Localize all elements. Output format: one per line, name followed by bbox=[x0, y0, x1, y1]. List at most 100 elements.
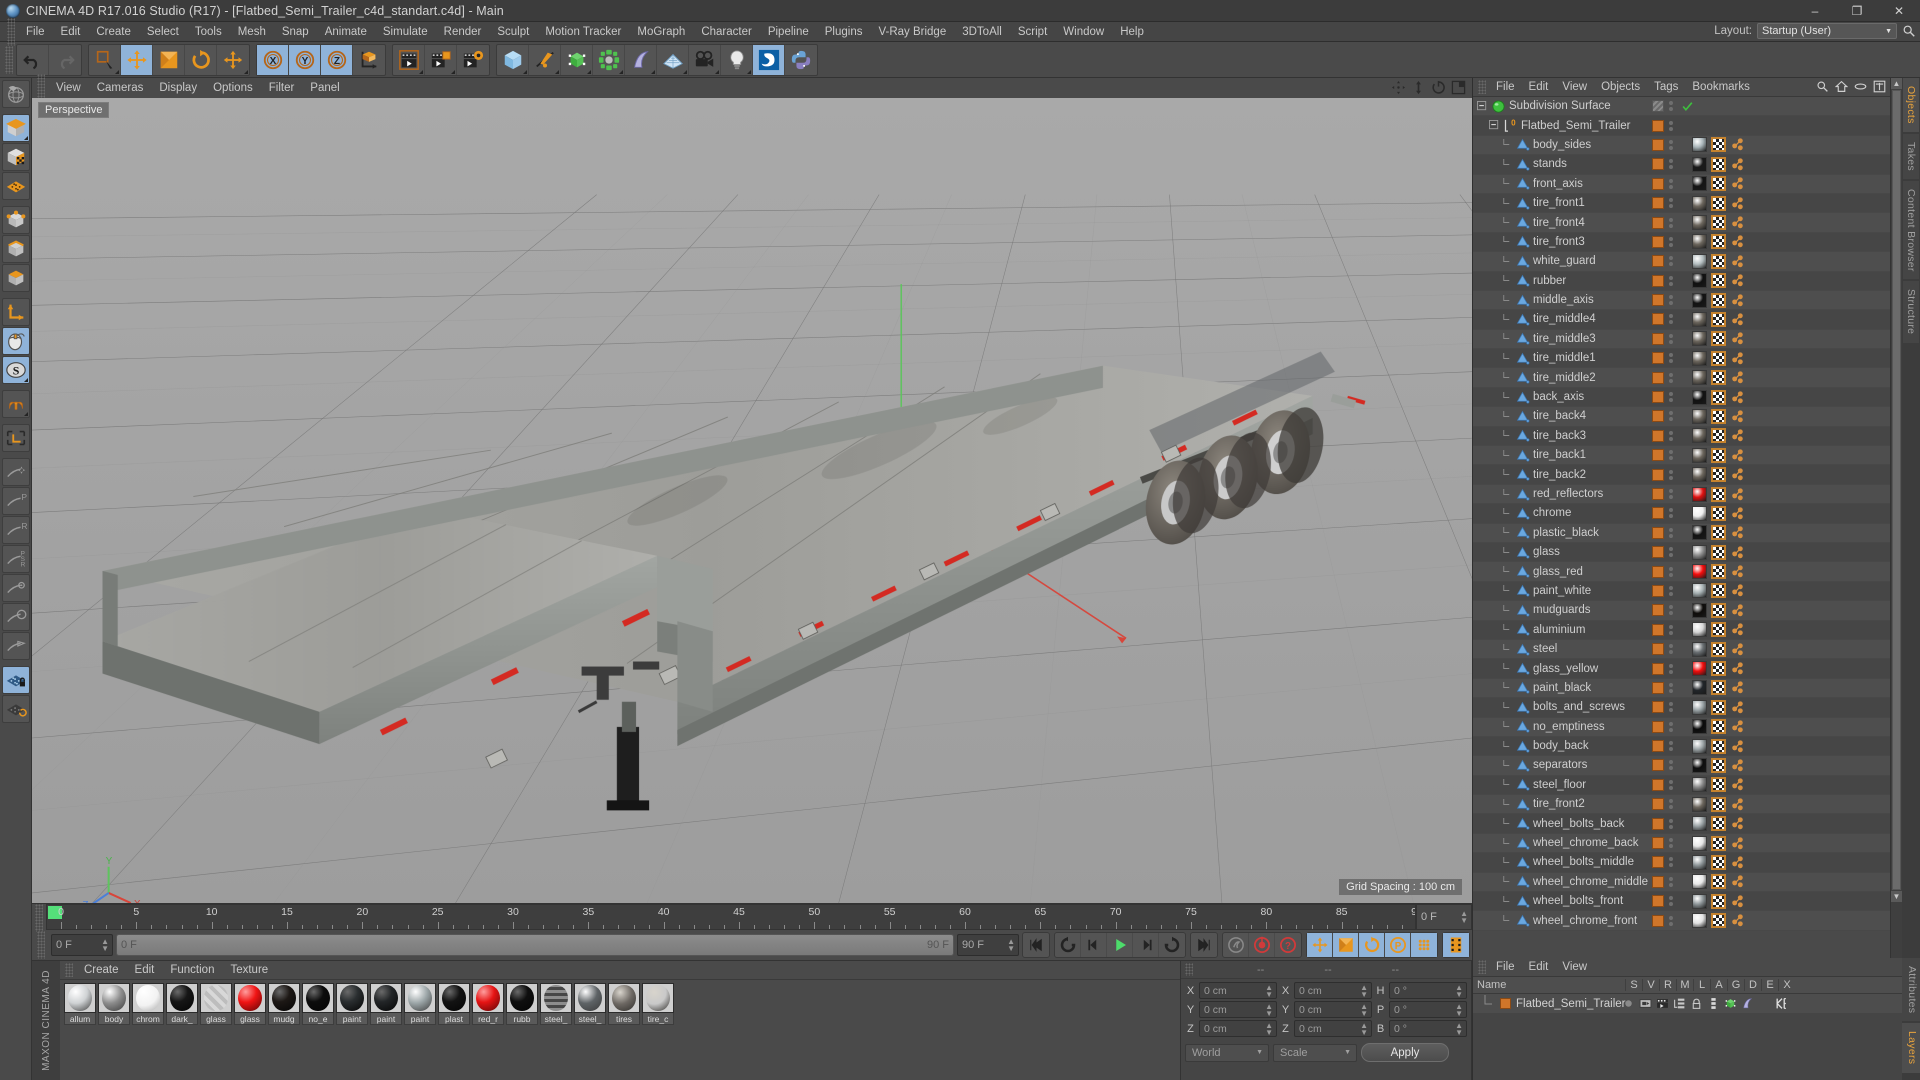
material-preview[interactable] bbox=[268, 983, 300, 1013]
film-strip-button[interactable] bbox=[1443, 933, 1469, 957]
layer-color-swatch[interactable] bbox=[1652, 488, 1664, 500]
layout-dropdown[interactable]: Startup (User) ▼ bbox=[1757, 23, 1897, 39]
edges-mode-button[interactable] bbox=[1, 235, 30, 263]
material-preview[interactable] bbox=[132, 983, 164, 1013]
layer-color-swatch[interactable] bbox=[1652, 332, 1664, 345]
object-dots[interactable] bbox=[1669, 566, 1675, 577]
layer-column-r[interactable]: R bbox=[1659, 979, 1676, 991]
selection-tag-icon[interactable] bbox=[1730, 913, 1745, 928]
position-key-button[interactable] bbox=[1307, 933, 1333, 957]
object-tree-row[interactable]: glass_yellow bbox=[1473, 659, 1890, 679]
object-dots[interactable] bbox=[1669, 101, 1675, 112]
autokey-button[interactable] bbox=[1223, 933, 1249, 957]
selection-tag-icon[interactable] bbox=[1730, 739, 1745, 754]
layer-column-a[interactable]: A bbox=[1710, 979, 1727, 991]
material-tag-icon[interactable] bbox=[1692, 719, 1707, 735]
material-tag-icon[interactable] bbox=[1692, 777, 1707, 793]
object-dots[interactable] bbox=[1669, 799, 1675, 810]
selection-tag-icon[interactable] bbox=[1730, 700, 1745, 715]
uv-tag-icon[interactable] bbox=[1711, 467, 1726, 483]
object-tree-row[interactable]: paint_black bbox=[1473, 678, 1890, 699]
add-layer-icon[interactable] bbox=[1873, 80, 1886, 93]
rotation-b-field[interactable]: 0 ° ▲ ▼ bbox=[1389, 1020, 1467, 1037]
material-swatch[interactable]: tire_c bbox=[642, 983, 674, 1025]
uv-tag-icon[interactable] bbox=[1711, 447, 1726, 463]
object-menu-view[interactable]: View bbox=[1555, 80, 1594, 94]
material-grip[interactable] bbox=[65, 963, 73, 977]
loop-button[interactable] bbox=[1159, 933, 1185, 957]
spinner-icon[interactable]: ▲ ▼ bbox=[1455, 1021, 1463, 1036]
layer-color-swatch[interactable] bbox=[1652, 177, 1664, 190]
object-dots[interactable] bbox=[1669, 469, 1675, 480]
coord-system-dropdown[interactable]: World ▼ bbox=[1185, 1043, 1269, 1062]
material-tag-icon[interactable] bbox=[1692, 602, 1707, 618]
material-tag-icon[interactable] bbox=[1692, 893, 1707, 909]
uv-tag-icon[interactable] bbox=[1711, 505, 1726, 521]
generator-icon[interactable] bbox=[1722, 997, 1739, 1010]
material-preview[interactable] bbox=[506, 983, 538, 1013]
size-x-field[interactable]: 0 cm ▲ ▼ bbox=[1294, 982, 1372, 999]
selection-tag-icon[interactable] bbox=[1730, 196, 1745, 211]
polygons-mode-button[interactable] bbox=[1, 264, 30, 292]
mograph-button[interactable] bbox=[593, 44, 625, 75]
object-dots[interactable] bbox=[1669, 314, 1675, 325]
menu-3dtoall[interactable]: 3DToAll bbox=[954, 24, 1010, 40]
layer-color-swatch[interactable] bbox=[1652, 565, 1664, 578]
tab-structure[interactable]: Structure bbox=[1903, 281, 1919, 343]
object-dots[interactable] bbox=[1669, 915, 1675, 926]
material-tag-icon[interactable] bbox=[1692, 389, 1707, 405]
object-tree-row[interactable]: tire_middle1 bbox=[1473, 349, 1890, 369]
selection-tag-icon[interactable] bbox=[1730, 622, 1745, 637]
rotate-button[interactable] bbox=[185, 44, 217, 75]
menu-simulate[interactable]: Simulate bbox=[375, 24, 436, 40]
material-swatch[interactable]: steel_ bbox=[540, 983, 572, 1025]
object-dots[interactable] bbox=[1669, 527, 1675, 538]
layer-color-swatch[interactable] bbox=[1652, 701, 1664, 714]
object-dots[interactable] bbox=[1669, 489, 1675, 499]
material-tag-icon[interactable] bbox=[1692, 816, 1707, 832]
material-swatch[interactable]: glass bbox=[234, 983, 266, 1025]
scale-key-button[interactable] bbox=[1333, 933, 1359, 957]
object-dots[interactable] bbox=[1669, 876, 1675, 887]
menu-animate[interactable]: Animate bbox=[317, 24, 375, 40]
layer-color-swatch[interactable] bbox=[1500, 998, 1511, 1009]
rotation-key-button[interactable] bbox=[1359, 933, 1385, 957]
expander-icon[interactable] bbox=[1489, 120, 1500, 131]
pla-key-button[interactable] bbox=[1411, 933, 1437, 957]
snap-s-button[interactable]: S bbox=[1, 356, 30, 384]
menu-create[interactable]: Create bbox=[88, 24, 139, 40]
selection-tag-icon[interactable] bbox=[1730, 777, 1745, 792]
selection-tag-icon[interactable] bbox=[1730, 894, 1745, 909]
uv-tag-icon[interactable] bbox=[1711, 796, 1726, 812]
object-tree-row[interactable]: paint_white bbox=[1473, 581, 1890, 602]
object-tree-row[interactable]: front_axis bbox=[1473, 174, 1890, 194]
menu-character[interactable]: Character bbox=[693, 24, 760, 40]
selection-tag-icon[interactable] bbox=[1730, 719, 1745, 734]
object-dots[interactable] bbox=[1669, 450, 1675, 461]
timeline-ruler[interactable]: 051015202530354045505560657075808590 bbox=[46, 904, 1416, 930]
object-dots[interactable] bbox=[1669, 838, 1675, 849]
selection-tag-icon[interactable] bbox=[1730, 855, 1745, 870]
selection-tag-icon[interactable] bbox=[1730, 603, 1745, 618]
spinner-icon[interactable]: ▲ ▼ bbox=[1360, 1002, 1368, 1017]
layer-column-e[interactable]: E bbox=[1761, 979, 1778, 991]
menu-motion-tracker[interactable]: Motion Tracker bbox=[537, 24, 629, 40]
object-tree-row[interactable]: steel bbox=[1473, 639, 1890, 660]
object-dots[interactable] bbox=[1669, 644, 1675, 655]
object-menu-tags[interactable]: Tags bbox=[1647, 80, 1685, 94]
controls-grip[interactable] bbox=[37, 931, 45, 959]
material-menu-edit[interactable]: Edit bbox=[127, 962, 163, 978]
layer-color-swatch[interactable] bbox=[1652, 410, 1664, 423]
uv-tag-icon[interactable] bbox=[1711, 195, 1726, 211]
selection-tag-icon[interactable] bbox=[1730, 680, 1745, 695]
magnet-button[interactable] bbox=[1, 390, 30, 418]
selection-tag-icon[interactable] bbox=[1730, 797, 1745, 812]
material-tag-icon[interactable] bbox=[1692, 738, 1707, 754]
layer-color-swatch[interactable] bbox=[1652, 526, 1664, 539]
selection-tag-icon[interactable] bbox=[1730, 273, 1745, 288]
object-tree-row[interactable]: Subdivision Surface bbox=[1473, 97, 1890, 117]
uv-tag-icon[interactable] bbox=[1711, 874, 1726, 890]
light-button[interactable] bbox=[721, 44, 753, 75]
material-tag-icon[interactable] bbox=[1692, 447, 1707, 463]
layer-color-swatch[interactable] bbox=[1652, 371, 1664, 384]
